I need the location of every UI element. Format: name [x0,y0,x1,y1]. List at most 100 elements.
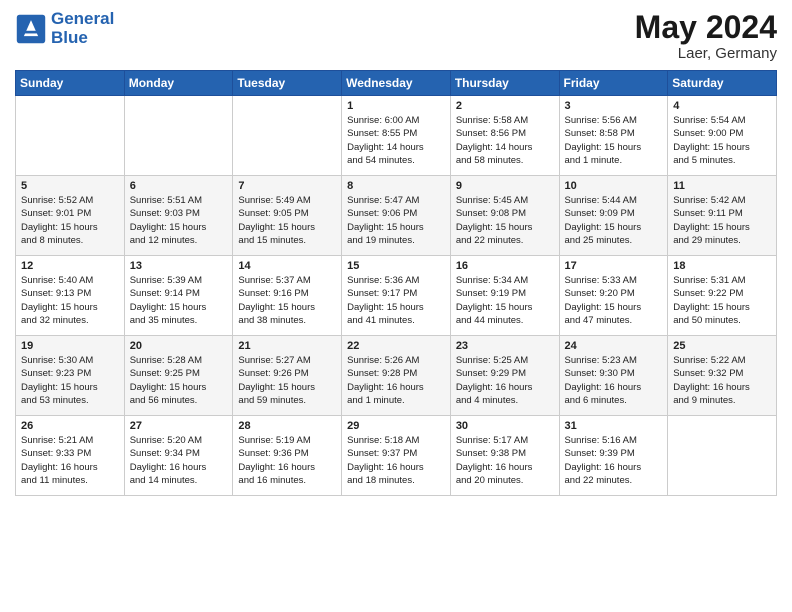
day-cell: 15Sunrise: 5:36 AM Sunset: 9:17 PM Dayli… [342,256,451,336]
day-cell: 5Sunrise: 5:52 AM Sunset: 9:01 PM Daylig… [16,176,125,256]
day-cell: 11 Sunrise: 5:42 AM Sunset: 9:11 PM Dayli… [668,176,777,256]
day-number: 20 [130,340,228,352]
day-number: 30 [456,420,554,432]
day-cell: 29 Sunrise: 5:18 AM Sunset: 9:37 PM Dayli… [342,416,451,496]
week-row-1: 1Sunrise: 6:00 AM Sunset: 8:55 PM Daylig… [16,96,777,176]
day-cell: 4 Sunrise: 5:54 AM Sunset: 9:00 PM Daylig… [668,96,777,176]
day-cell: 20 Sunrise: 5:28 AM Sunset: 9:25 PM Dayli… [124,336,233,416]
day-number: 24 [565,340,663,352]
day-info: Sunrise: 5:42 AM Sunset: 9:11 PM Dayligh… [673,194,771,247]
day-info: Sunrise: 5:37 AM Sunset: 9:16 PM Dayligh… [238,274,336,327]
day-cell: 31 Sunrise: 5:16 AM Sunset: 9:39 PM Dayli… [559,416,668,496]
day-number: 1 [347,100,445,112]
day-info: Sunrise: 5:18 AM Sunset: 9:37 PM Dayligh… [347,434,445,487]
day-info: Sunrise: 5:21 AM Sunset: 9:33 PM Dayligh… [21,434,119,487]
day-cell: 18Sunrise: 5:31 AM Sunset: 9:22 PM Dayli… [668,256,777,336]
day-number: 6 [130,180,228,192]
day-number: 2 [456,100,554,112]
day-info: Sunrise: 5:45 AM Sunset: 9:08 PM Dayligh… [456,194,554,247]
day-number: 9 [456,180,554,192]
week-row-2: 5Sunrise: 5:52 AM Sunset: 9:01 PM Daylig… [16,176,777,256]
day-cell: 16 Sunrise: 5:34 AM Sunset: 9:19 PM Dayli… [450,256,559,336]
day-info: Sunrise: 5:40 AM Sunset: 9:13 PM Dayligh… [21,274,119,327]
day-number: 16 [456,260,554,272]
day-number: 26 [21,420,119,432]
day-number: 31 [565,420,663,432]
day-info: Sunrise: 5:49 AM Sunset: 9:05 PM Dayligh… [238,194,336,247]
day-number: 25 [673,340,771,352]
page-header: General Blue May 2024 Laer, Germany [15,10,777,62]
week-row-4: 19 Sunrise: 5:30 AM Sunset: 9:23 PM Dayli… [16,336,777,416]
day-cell: 2 Sunrise: 5:58 AM Sunset: 8:56 PM Daylig… [450,96,559,176]
day-cell: 3Sunrise: 5:56 AM Sunset: 8:58 PM Daylig… [559,96,668,176]
day-cell [668,416,777,496]
day-cell: 25 Sunrise: 5:22 AM Sunset: 9:32 PM Dayli… [668,336,777,416]
day-number: 5 [21,180,119,192]
day-number: 21 [238,340,336,352]
day-info: Sunrise: 5:33 AM Sunset: 9:20 PM Dayligh… [565,274,663,327]
day-cell: 14Sunrise: 5:37 AM Sunset: 9:16 PM Dayli… [233,256,342,336]
week-row-5: 26 Sunrise: 5:21 AM Sunset: 9:33 PM Dayli… [16,416,777,496]
day-info: Sunrise: 5:44 AM Sunset: 9:09 PM Dayligh… [565,194,663,247]
day-number: 27 [130,420,228,432]
header-cell-sunday: Sunday [16,71,125,96]
day-info: Sunrise: 5:58 AM Sunset: 8:56 PM Dayligh… [456,114,554,167]
day-cell: 30 Sunrise: 5:17 AM Sunset: 9:38 PM Dayli… [450,416,559,496]
day-info: Sunrise: 5:51 AM Sunset: 9:03 PM Dayligh… [130,194,228,247]
day-number: 29 [347,420,445,432]
day-info: Sunrise: 5:56 AM Sunset: 8:58 PM Dayligh… [565,114,663,167]
day-number: 28 [238,420,336,432]
month-year-title: May 2024 [635,10,777,45]
day-cell: 23 Sunrise: 5:25 AM Sunset: 9:29 PM Dayli… [450,336,559,416]
day-number: 23 [456,340,554,352]
day-cell: 6 Sunrise: 5:51 AM Sunset: 9:03 PM Daylig… [124,176,233,256]
day-info: Sunrise: 5:34 AM Sunset: 9:19 PM Dayligh… [456,274,554,327]
day-cell: 28 Sunrise: 5:19 AM Sunset: 9:36 PM Dayli… [233,416,342,496]
day-number: 17 [565,260,663,272]
day-info: Sunrise: 5:22 AM Sunset: 9:32 PM Dayligh… [673,354,771,407]
logo: General Blue [15,10,114,47]
day-info: Sunrise: 5:30 AM Sunset: 9:23 PM Dayligh… [21,354,119,407]
day-cell: 10 Sunrise: 5:44 AM Sunset: 9:09 PM Dayli… [559,176,668,256]
day-cell: 27 Sunrise: 5:20 AM Sunset: 9:34 PM Dayli… [124,416,233,496]
day-number: 7 [238,180,336,192]
day-number: 12 [21,260,119,272]
day-info: Sunrise: 5:23 AM Sunset: 9:30 PM Dayligh… [565,354,663,407]
day-cell: 24 Sunrise: 5:23 AM Sunset: 9:30 PM Dayli… [559,336,668,416]
day-number: 19 [21,340,119,352]
header-row: SundayMondayTuesdayWednesdayThursdayFrid… [16,71,777,96]
day-cell: 22Sunrise: 5:26 AM Sunset: 9:28 PM Dayli… [342,336,451,416]
day-cell [124,96,233,176]
day-info: Sunrise: 5:16 AM Sunset: 9:39 PM Dayligh… [565,434,663,487]
day-info: Sunrise: 5:28 AM Sunset: 9:25 PM Dayligh… [130,354,228,407]
day-cell: 13 Sunrise: 5:39 AM Sunset: 9:14 PM Dayli… [124,256,233,336]
logo-text: General Blue [51,10,114,47]
day-info: Sunrise: 5:25 AM Sunset: 9:29 PM Dayligh… [456,354,554,407]
day-info: Sunrise: 5:39 AM Sunset: 9:14 PM Dayligh… [130,274,228,327]
day-cell: 7 Sunrise: 5:49 AM Sunset: 9:05 PM Daylig… [233,176,342,256]
day-number: 4 [673,100,771,112]
day-number: 11 [673,180,771,192]
day-cell: 17 Sunrise: 5:33 AM Sunset: 9:20 PM Dayli… [559,256,668,336]
header-cell-wednesday: Wednesday [342,71,451,96]
day-number: 13 [130,260,228,272]
title-block: May 2024 Laer, Germany [635,10,777,62]
header-cell-friday: Friday [559,71,668,96]
header-cell-tuesday: Tuesday [233,71,342,96]
logo-icon [15,13,47,45]
day-info: Sunrise: 5:20 AM Sunset: 9:34 PM Dayligh… [130,434,228,487]
week-row-3: 12 Sunrise: 5:40 AM Sunset: 9:13 PM Dayli… [16,256,777,336]
header-cell-thursday: Thursday [450,71,559,96]
day-number: 10 [565,180,663,192]
day-number: 8 [347,180,445,192]
day-cell: 8 Sunrise: 5:47 AM Sunset: 9:06 PM Daylig… [342,176,451,256]
day-cell: 9 Sunrise: 5:45 AM Sunset: 9:08 PM Daylig… [450,176,559,256]
day-info: Sunrise: 5:19 AM Sunset: 9:36 PM Dayligh… [238,434,336,487]
day-info: Sunrise: 5:47 AM Sunset: 9:06 PM Dayligh… [347,194,445,247]
day-cell: 19 Sunrise: 5:30 AM Sunset: 9:23 PM Dayli… [16,336,125,416]
day-info: Sunrise: 5:54 AM Sunset: 9:00 PM Dayligh… [673,114,771,167]
day-cell: 12 Sunrise: 5:40 AM Sunset: 9:13 PM Dayli… [16,256,125,336]
day-info: Sunrise: 5:17 AM Sunset: 9:38 PM Dayligh… [456,434,554,487]
day-info: Sunrise: 5:31 AM Sunset: 9:22 PM Dayligh… [673,274,771,327]
day-number: 15 [347,260,445,272]
